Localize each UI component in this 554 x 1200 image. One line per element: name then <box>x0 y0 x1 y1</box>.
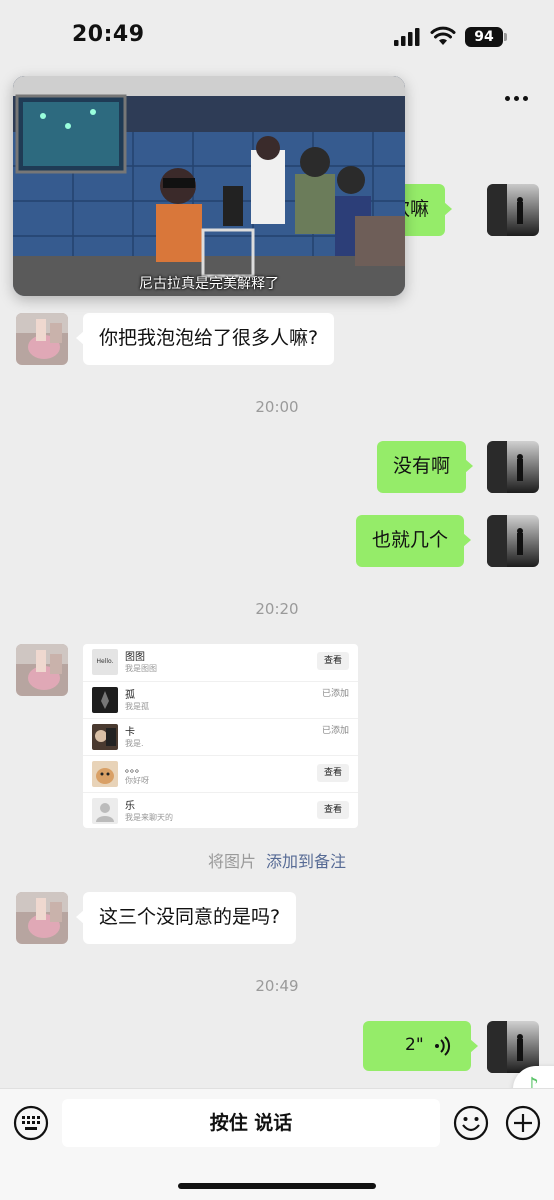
message-bubble-left[interactable]: 你把我泡泡给了很多人嘛? <box>75 313 335 365</box>
wifi-icon <box>430 26 456 45</box>
contact-avatar[interactable] <box>16 644 68 696</box>
input-bar: 按住 说话 <box>0 1088 554 1200</box>
my-avatar[interactable] <box>487 184 539 236</box>
view-button: 查看 <box>317 652 349 670</box>
status-time: 20:49 <box>72 22 145 47</box>
message-text: 也就几个 <box>372 529 449 551</box>
message-bubble-right[interactable]: 没有啊 <box>377 441 474 493</box>
my-avatar[interactable] <box>487 1021 539 1073</box>
contact-thumbnail <box>92 798 118 824</box>
add-to-note-link[interactable]: 添加到备注 <box>266 852 346 871</box>
contact-avatar[interactable] <box>16 313 68 365</box>
contact-name: 孤 <box>125 690 135 701</box>
timestamp: 20:20 <box>255 600 299 618</box>
my-avatar[interactable] <box>487 441 539 493</box>
contact-request-text: 我是来聊天的 <box>125 813 173 822</box>
timestamp: 20:49 <box>255 977 299 995</box>
caption-prefix: 将图片 <box>207 852 256 871</box>
voice-wave-icon <box>435 1036 451 1056</box>
image-message-contact-list[interactable]: Hello. 图图 我是图图 查看 孤 我是孤 已添加 卡 我是. 已添加 。。… <box>83 644 358 828</box>
more-icon[interactable] <box>505 88 533 108</box>
added-status: 已添加 <box>321 689 349 699</box>
contact-name: 。。。 <box>125 764 145 775</box>
floating-video-player[interactable]: 尼古拉真是完美解释了 <box>13 76 405 296</box>
message-text: 你把我泡泡给了很多人嘛? <box>99 327 319 349</box>
contact-thumbnail <box>92 724 118 750</box>
video-subtitle: 尼古拉真是完美解释了 <box>139 276 279 292</box>
contact-avatar[interactable] <box>16 892 68 944</box>
contact-row: 卡 我是. 已添加 <box>83 718 358 755</box>
contact-request-text: 你好呀 <box>125 776 149 785</box>
emoji-icon[interactable] <box>453 1105 489 1141</box>
plus-icon[interactable] <box>505 1105 541 1141</box>
message-text: 没有啊 <box>393 455 451 477</box>
keyboard-icon[interactable] <box>13 1105 49 1141</box>
status-bar: 20:49 94 <box>0 0 554 76</box>
added-status: 已添加 <box>321 726 349 736</box>
signal-icon <box>394 28 420 46</box>
contact-request-text: 我是. <box>125 739 144 748</box>
voice-duration: 2" <box>405 1035 424 1055</box>
hold-to-talk-button[interactable]: 按住 说话 <box>62 1099 440 1147</box>
contact-thumbnail <box>92 687 118 713</box>
message-text: 这三个没同意的是吗? <box>99 906 281 928</box>
message-bubble-left[interactable]: 这三个没同意的是吗? <box>75 892 297 944</box>
contact-name: 乐 <box>125 801 135 812</box>
contact-request-text: 我是孤 <box>125 702 149 711</box>
contact-name: 卡 <box>125 727 135 738</box>
home-indicator <box>178 1183 376 1189</box>
timestamp: 20:00 <box>255 398 299 416</box>
message-bubble-right[interactable]: 也就几个 <box>356 515 472 567</box>
voice-message-bubble[interactable]: 2" <box>363 1021 478 1071</box>
view-button: 查看 <box>317 801 349 819</box>
contact-row: Hello. 图图 我是图图 查看 <box>83 644 358 681</box>
view-button: 查看 <box>317 764 349 782</box>
image-caption: 将图片 添加到备注 <box>0 848 554 872</box>
contact-row: 孤 我是孤 已添加 <box>83 681 358 718</box>
contact-row: 。。。 你好呀 查看 <box>83 755 358 792</box>
contact-thumbnail <box>92 761 118 787</box>
my-avatar[interactable] <box>487 515 539 567</box>
contact-row: 乐 我是来聊天的 查看 <box>83 792 358 829</box>
contact-request-text: 我是图图 <box>125 664 157 673</box>
contact-thumbnail: Hello. <box>92 649 118 675</box>
contact-name: 图图 <box>125 652 145 663</box>
battery-indicator: 94 <box>465 27 507 47</box>
